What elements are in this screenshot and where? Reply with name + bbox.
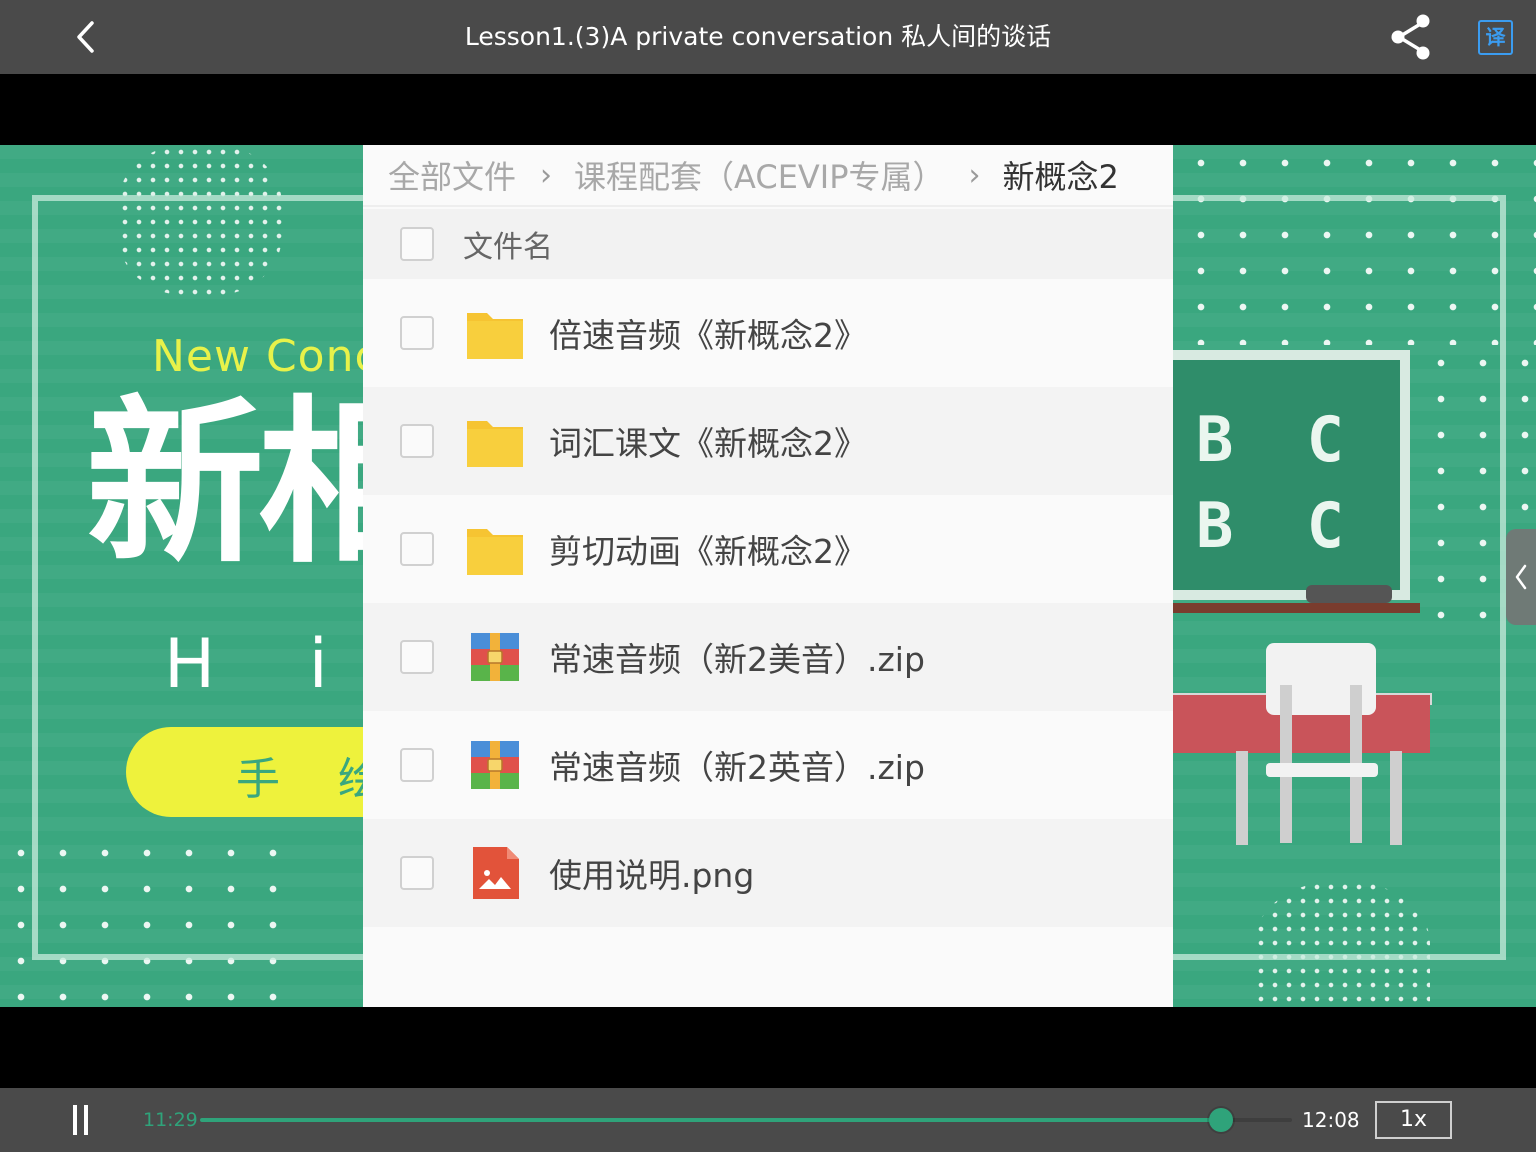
playback-controls: 11:29 12:08 1x bbox=[0, 1088, 1536, 1152]
video-frame[interactable]: New Conc 新相 H i , 手 绘 B C B C 全部文件 › 课程配… bbox=[0, 145, 1536, 1007]
breadcrumb-item-current: 新概念2 bbox=[1002, 158, 1119, 196]
file-checkbox[interactable] bbox=[400, 856, 434, 890]
playback-speed-button[interactable]: 1x bbox=[1375, 1101, 1452, 1139]
file-row[interactable]: 词汇课文《新概念2》 bbox=[363, 387, 1173, 495]
pause-button[interactable] bbox=[60, 1098, 100, 1142]
lesson-title: Lesson1.(3)A private conversation 私人间的谈话 bbox=[464, 22, 1052, 51]
share-button[interactable] bbox=[1386, 12, 1436, 62]
translate-button[interactable]: 译 bbox=[1478, 20, 1513, 55]
folder-icon bbox=[467, 529, 523, 575]
zip-archive-icon bbox=[471, 633, 519, 681]
file-name: 倍速音频《新概念2》 bbox=[549, 316, 867, 355]
total-duration: 12:08 bbox=[1302, 1108, 1360, 1132]
breadcrumb: 全部文件 › 课程配套（ACEVIP专属） › 新概念2 bbox=[363, 145, 1173, 207]
desk-leg bbox=[1236, 751, 1248, 845]
file-row[interactable]: 常速音频（新2英音）.zip bbox=[363, 711, 1173, 819]
board-tray bbox=[1150, 603, 1420, 613]
desk-leg bbox=[1390, 751, 1402, 845]
select-all-checkbox[interactable] bbox=[400, 227, 434, 261]
seek-bar[interactable] bbox=[200, 1108, 1292, 1132]
file-row[interactable]: 剪切动画《新概念2》 bbox=[363, 495, 1173, 603]
file-checkbox[interactable] bbox=[400, 640, 434, 674]
file-checkbox[interactable] bbox=[400, 748, 434, 782]
slide-subtitle: New Conc bbox=[152, 331, 380, 382]
file-list-panel: 全部文件 › 课程配套（ACEVIP专属） › 新概念2 文件名 倍速音频《新概… bbox=[363, 145, 1173, 1007]
file-row[interactable]: 倍速音频《新概念2》 bbox=[363, 279, 1173, 387]
breadcrumb-item-course[interactable]: 课程配套（ACEVIP专属） bbox=[574, 152, 945, 198]
file-name: 剪切动画《新概念2》 bbox=[549, 532, 867, 571]
file-name: 词汇课文《新概念2》 bbox=[549, 424, 867, 463]
chevron-right-icon: › bbox=[968, 157, 981, 193]
seek-bar-progress bbox=[200, 1118, 1222, 1122]
pause-icon bbox=[72, 1105, 77, 1135]
folder-icon bbox=[467, 421, 523, 467]
folder-icon bbox=[467, 313, 523, 359]
chevron-left-icon bbox=[77, 21, 94, 53]
chevron-right-icon: › bbox=[540, 157, 553, 193]
side-panel-toggle[interactable] bbox=[1506, 529, 1536, 625]
back-button[interactable] bbox=[62, 12, 112, 62]
seek-bar-handle[interactable] bbox=[1209, 1108, 1234, 1132]
file-checkbox[interactable] bbox=[400, 316, 434, 350]
file-row[interactable]: 使用说明.png bbox=[363, 819, 1173, 927]
file-list-header: 文件名 bbox=[363, 209, 1173, 279]
video-player-screen: Lesson1.(3)A private conversation 私人间的谈话… bbox=[0, 0, 1536, 1152]
file-name: 使用说明.png bbox=[549, 856, 755, 895]
file-checkbox[interactable] bbox=[400, 532, 434, 566]
board-eraser bbox=[1306, 585, 1392, 603]
top-bar: Lesson1.(3)A private conversation 私人间的谈话… bbox=[0, 0, 1536, 74]
share-icon bbox=[1391, 14, 1430, 60]
pause-icon bbox=[83, 1105, 88, 1135]
file-checkbox[interactable] bbox=[400, 424, 434, 458]
column-header-filename: 文件名 bbox=[463, 230, 553, 265]
elapsed-time: 11:29 bbox=[143, 1109, 198, 1131]
file-name: 常速音频（新2美音）.zip bbox=[549, 640, 925, 679]
chair-seat bbox=[1266, 763, 1378, 777]
file-row[interactable]: 常速音频（新2美音）.zip bbox=[363, 603, 1173, 711]
image-file-icon bbox=[473, 847, 519, 899]
board-text-line-2: B C bbox=[1196, 489, 1362, 562]
chevron-left-icon bbox=[1515, 564, 1527, 590]
board-text-line-1: B C bbox=[1196, 403, 1362, 476]
breadcrumb-item-all-files[interactable]: 全部文件 bbox=[388, 152, 516, 198]
zip-archive-icon bbox=[471, 741, 519, 789]
file-name: 常速音频（新2英音）.zip bbox=[549, 748, 925, 787]
